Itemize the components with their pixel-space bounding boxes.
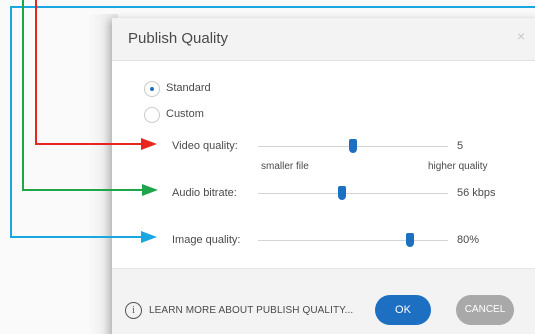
- radio-custom-label: Custom: [166, 108, 204, 120]
- radio-standard-label: Standard: [166, 82, 211, 94]
- video-quality-slider-thumb[interactable]: [349, 139, 357, 153]
- image-quality-slider-track[interactable]: [258, 233, 448, 247]
- dialog-header: Publish Quality ×: [112, 18, 535, 61]
- video-quality-max-label: higher quality: [428, 161, 488, 172]
- learn-more-link[interactable]: LEARN MORE ABOUT PUBLISH QUALITY...: [149, 305, 353, 316]
- video-quality-slider-track[interactable]: [258, 139, 448, 153]
- video-quality-value: 5: [457, 140, 464, 152]
- image-quality-label: Image quality:: [172, 234, 241, 246]
- info-icon[interactable]: i: [125, 302, 142, 319]
- image-quality-value: 80%: [457, 234, 480, 246]
- audio-bitrate-label: Audio bitrate:: [172, 187, 237, 199]
- publish-quality-dialog: Publish Quality × Standard Custom Video …: [112, 18, 535, 334]
- radio-custom-circle[interactable]: [144, 107, 160, 123]
- video-quality-label: Video quality:: [172, 140, 238, 152]
- radio-selected-dot: [150, 87, 154, 91]
- screenshot-stage: Publish Quality × Standard Custom Video …: [0, 0, 535, 334]
- video-quality-min-label: smaller file: [261, 161, 309, 172]
- audio-bitrate-slider-thumb[interactable]: [338, 186, 346, 200]
- cancel-button[interactable]: CANCEL: [456, 295, 514, 325]
- ok-button[interactable]: OK: [375, 295, 431, 325]
- dialog-footer: i LEARN MORE ABOUT PUBLISH QUALITY... OK…: [112, 268, 535, 334]
- audio-bitrate-slider-track[interactable]: [258, 186, 448, 200]
- close-icon[interactable]: ×: [517, 28, 525, 44]
- audio-bitrate-value: 56 kbps: [457, 187, 496, 199]
- radio-standard-circle[interactable]: [144, 81, 160, 97]
- dialog-title: Publish Quality: [128, 30, 229, 47]
- image-quality-slider-thumb[interactable]: [406, 233, 414, 247]
